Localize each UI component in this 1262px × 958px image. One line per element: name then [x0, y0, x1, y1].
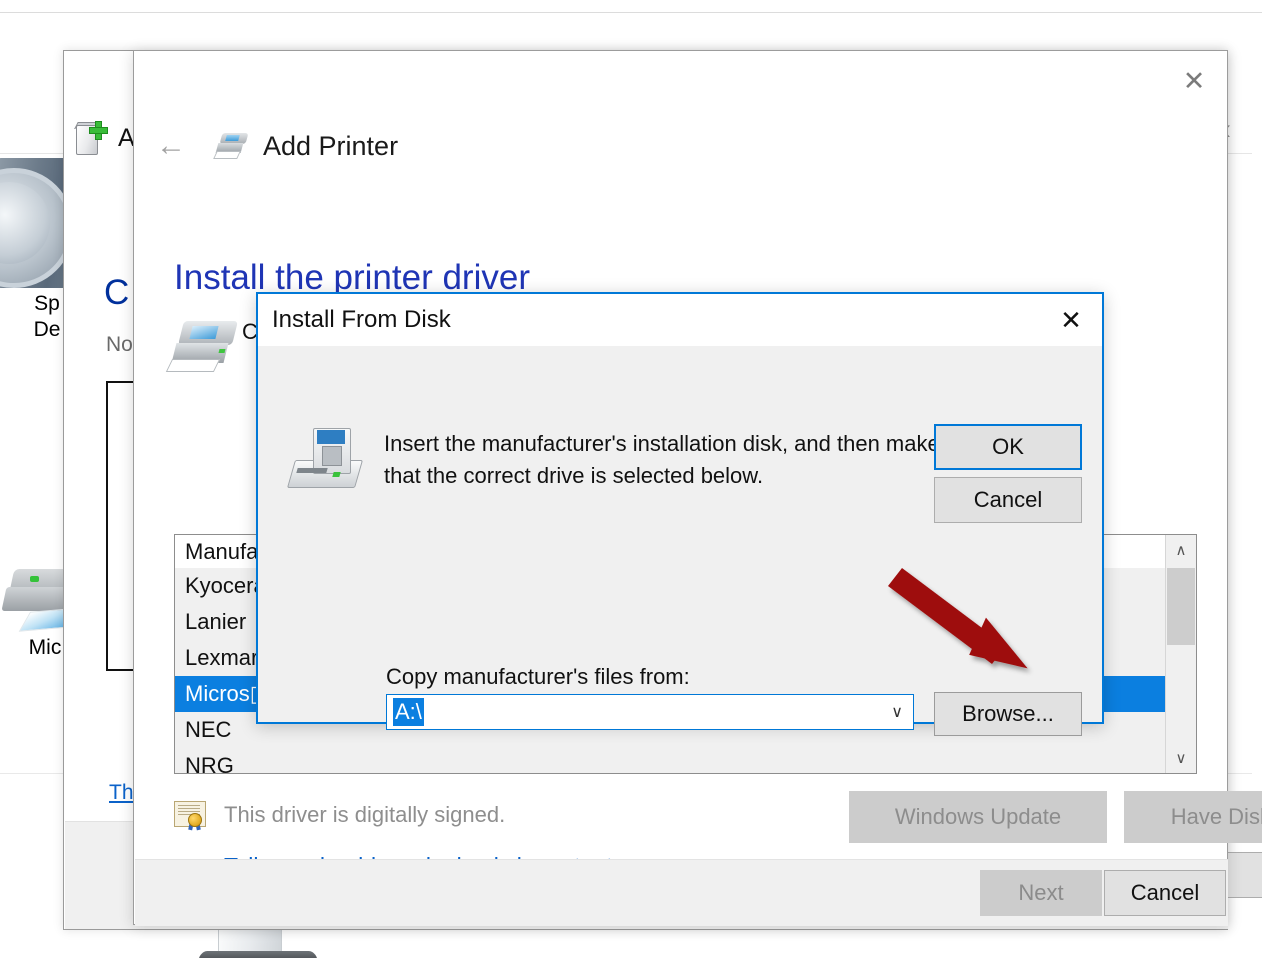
scroll-up-icon[interactable]: ∧ [1166, 535, 1196, 565]
add-device-icon [72, 121, 108, 155]
floppy-disk-drive-icon [286, 428, 364, 494]
browse-button[interactable]: Browse... [934, 692, 1082, 736]
scrollbar-vertical[interactable]: ∧ ∨ [1165, 535, 1196, 773]
chevron-down-icon[interactable]: ∨ [891, 695, 903, 729]
add-printer-navbar: ← Add Printer [151, 129, 398, 163]
install-from-disk-dialog: Install From Disk ✕ Insert the manufactu… [256, 292, 1104, 736]
path-combobox[interactable]: A:\ ∨ [386, 694, 914, 730]
add-printer-title: Add Printer [263, 130, 399, 161]
close-icon[interactable]: ✕ [1040, 294, 1102, 346]
add-device-link[interactable]: Th [109, 781, 134, 805]
copy-files-from-label: Copy manufacturer's files from: [386, 664, 690, 689]
cancel-button[interactable]: Cancel [1104, 870, 1226, 916]
dialog-title: Install From Disk [272, 306, 451, 333]
ok-button[interactable]: OK [934, 424, 1082, 470]
driver-signed-text: This driver is digitally signed. [224, 802, 506, 827]
scrollbar-thumb[interactable] [1167, 568, 1195, 645]
dialog-message: Insert the manufacturer's installation d… [384, 431, 989, 488]
add-printer-footer: Next Cancel [135, 859, 1228, 926]
printer-icon [213, 133, 249, 159]
list-item[interactable]: NRG [175, 748, 1196, 784]
driver-signed-row: This driver is digitally signed. [174, 801, 506, 831]
screen-root: Sp De Mic Ad [0, 0, 1262, 958]
dialog-titlebar: Install From Disk ✕ [258, 294, 1102, 346]
have-disk-button[interactable]: Have Disk... [1124, 791, 1262, 843]
scroll-down-icon[interactable]: ∨ [1166, 743, 1196, 773]
path-value: A:\ [393, 698, 424, 726]
printer-large-icon [165, 321, 239, 377]
certificate-icon [174, 801, 206, 831]
dialog-body: Insert the manufacturer's installation d… [258, 346, 1102, 736]
next-button[interactable]: Next [980, 870, 1102, 916]
add-device-subtext: No [106, 333, 133, 356]
add-device-heading: C [104, 273, 130, 312]
windows-update-button[interactable]: Windows Update [849, 791, 1107, 843]
close-icon[interactable]: ✕ [1171, 61, 1217, 101]
back-arrow-icon[interactable]: ← [151, 129, 191, 163]
cancel-button[interactable]: Cancel [934, 477, 1082, 523]
